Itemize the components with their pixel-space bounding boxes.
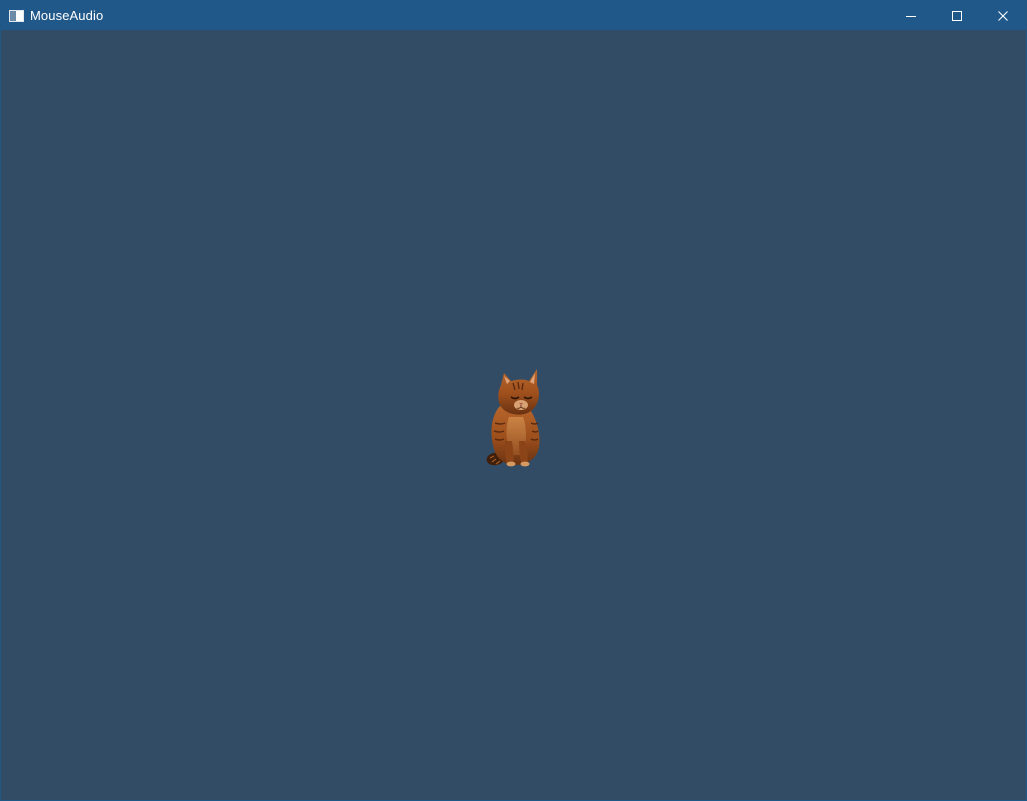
window-title: MouseAudio [30, 8, 104, 23]
close-icon [998, 10, 1008, 21]
minimize-button[interactable] [888, 1, 934, 30]
app-window: MouseAudio [0, 0, 1027, 801]
app-window-icon [9, 9, 24, 22]
title-bar[interactable]: MouseAudio [1, 1, 1026, 30]
cat-image [486, 369, 540, 467]
render-canvas[interactable] [1, 30, 1026, 800]
close-button[interactable] [980, 1, 1026, 30]
minimize-icon [906, 15, 916, 17]
maximize-button[interactable] [934, 1, 980, 30]
maximize-icon [952, 10, 962, 21]
window-controls [888, 1, 1026, 30]
